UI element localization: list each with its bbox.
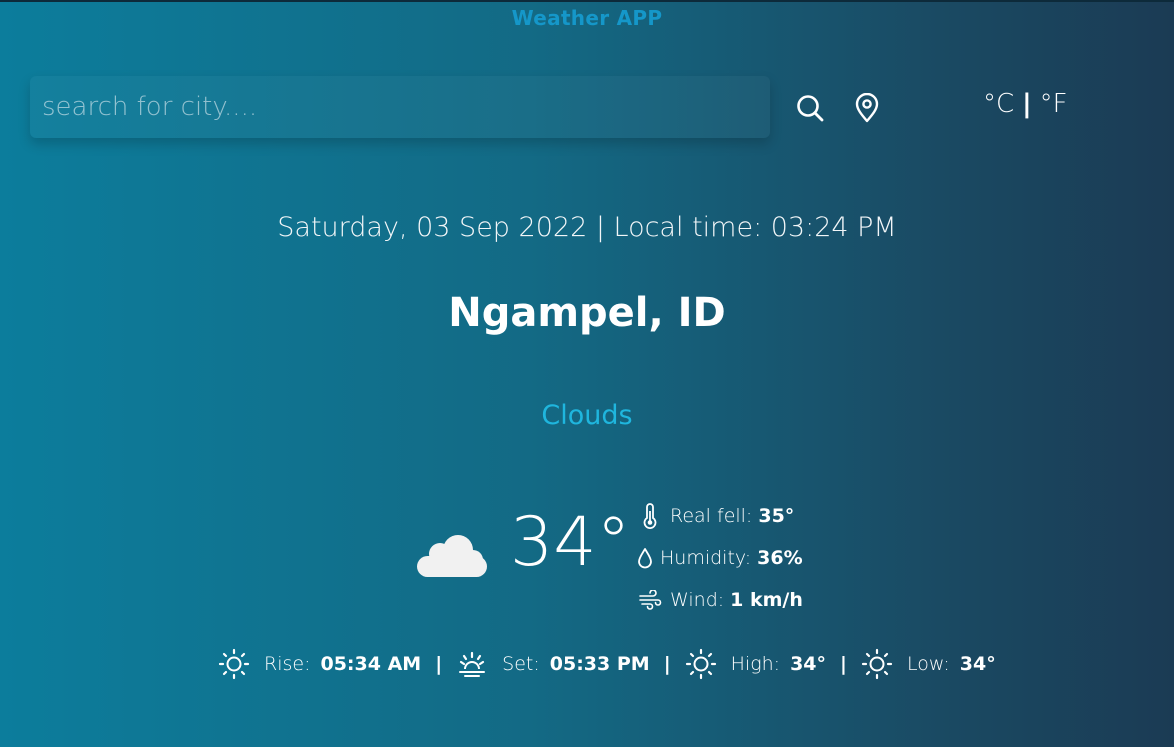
real-feel-row: Real fell: 35° xyxy=(636,495,803,537)
cloud-icon xyxy=(414,530,490,580)
unit-separator: | xyxy=(1022,89,1032,119)
search-input[interactable] xyxy=(30,76,770,138)
sunrise-label: Rise: xyxy=(264,653,311,675)
top-border xyxy=(0,0,1174,2)
sunrise-value: 05:34 AM xyxy=(320,653,422,675)
divider: | xyxy=(663,653,671,675)
sun-info-row: Rise: 05:34 AM | Set: 05:33 PM | High: 3… xyxy=(218,648,996,680)
wind-value: 1 km/h xyxy=(730,589,803,611)
search-box[interactable] xyxy=(30,76,770,138)
unit-toggle: °C | °F xyxy=(983,89,1068,119)
location-pin-icon[interactable] xyxy=(851,92,883,124)
search-icon[interactable] xyxy=(794,92,826,124)
high-label: High: xyxy=(730,653,781,675)
sunset-label: Set: xyxy=(502,653,540,675)
current-temperature: 34° xyxy=(510,503,631,582)
wind-label: Wind: xyxy=(670,589,725,611)
low-label: Low: xyxy=(906,653,950,675)
humidity-label: Humidity: xyxy=(660,547,752,569)
sun-icon xyxy=(685,648,717,680)
low-value: 34° xyxy=(959,653,996,675)
sunset-value: 05:33 PM xyxy=(549,653,650,675)
sunrise-icon xyxy=(218,648,250,680)
divider: | xyxy=(840,653,847,675)
sun-icon xyxy=(861,648,893,680)
droplet-icon xyxy=(636,547,654,569)
local-datetime: Saturday, 03 Sep 2022 | Local time: 03:2… xyxy=(277,212,897,243)
fahrenheit-button[interactable]: °F xyxy=(1040,89,1068,119)
city-name: Ngampel, ID xyxy=(448,290,726,336)
thermometer-icon xyxy=(636,503,664,529)
celsius-button[interactable]: °C xyxy=(983,89,1014,119)
humidity-value: 36% xyxy=(757,547,803,569)
weather-details: Real fell: 35° Humidity: 36% Wind: 1 km/… xyxy=(636,495,803,621)
wind-icon xyxy=(636,590,664,610)
sunset-icon xyxy=(456,648,488,680)
wind-row: Wind: 1 km/h xyxy=(636,579,803,621)
real-feel-value: 35° xyxy=(758,505,795,527)
humidity-row: Humidity: 36% xyxy=(636,537,803,579)
weather-condition: Clouds xyxy=(541,400,633,431)
app-title: Weather APP xyxy=(511,6,663,30)
divider: | xyxy=(435,653,443,675)
real-feel-label: Real fell: xyxy=(670,505,753,527)
high-value: 34° xyxy=(790,653,827,675)
